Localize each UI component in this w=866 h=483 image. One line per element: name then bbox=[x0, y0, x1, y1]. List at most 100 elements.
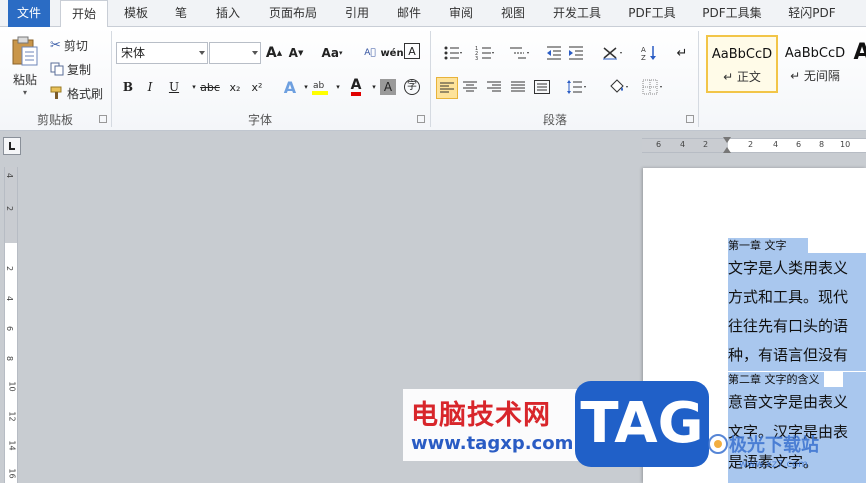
bold-icon: B bbox=[122, 80, 134, 94]
style-name: ↵ 正文 bbox=[723, 70, 761, 84]
show-marks-button[interactable]: ↵ bbox=[672, 43, 692, 63]
tab-file[interactable]: 文件 bbox=[8, 0, 50, 27]
ruler-number: 6 bbox=[796, 140, 802, 149]
ruler-number: 8 bbox=[5, 355, 15, 362]
increase-indent-icon bbox=[569, 46, 583, 60]
tab-developer[interactable]: 开发工具 bbox=[546, 0, 608, 27]
paragraph-line[interactable]: 文字是人类用表义 bbox=[728, 255, 866, 281]
italic-icon: I bbox=[147, 80, 153, 94]
borders-icon bbox=[642, 79, 662, 95]
font-name-combo[interactable]: 宋体 bbox=[116, 42, 208, 64]
heading-chapter-2[interactable]: 第二章 文字的含义 bbox=[728, 372, 824, 387]
phonetic-guide-button[interactable]: wén bbox=[380, 43, 403, 63]
copy-button[interactable]: 复制 bbox=[50, 59, 110, 79]
asian-layout-button[interactable] bbox=[598, 43, 628, 63]
paragraph-line[interactable]: 种，有语言但没有 bbox=[728, 342, 866, 368]
align-right-icon bbox=[487, 81, 501, 92]
highlight-dropdown[interactable]: ▾ bbox=[328, 77, 348, 97]
char-border-button[interactable]: A bbox=[404, 43, 420, 59]
highlight-button[interactable]: ab bbox=[310, 77, 330, 97]
tab-selector[interactable] bbox=[3, 137, 21, 155]
paint-bucket-icon bbox=[610, 79, 628, 93]
clipboard-group-label: 剪贴板 bbox=[36, 113, 73, 127]
strikethrough-button[interactable]: abc bbox=[198, 77, 222, 97]
tab-template[interactable]: 模板 bbox=[118, 0, 154, 27]
paragraph-line[interactable]: 方式和工具。现代 bbox=[728, 284, 866, 310]
numbered-list-icon: 123 bbox=[475, 46, 494, 61]
numbering-button[interactable]: 123 bbox=[470, 43, 500, 63]
style-normal[interactable]: AaBbCcD ↵ 正文 bbox=[706, 35, 778, 93]
borders-button[interactable] bbox=[638, 77, 668, 97]
multilevel-list-button[interactable] bbox=[504, 43, 534, 63]
underline-icon: U bbox=[168, 80, 180, 94]
font-color-button[interactable]: A bbox=[346, 77, 366, 97]
underline-button[interactable]: U bbox=[164, 77, 184, 97]
tab-light-pdf[interactable]: 轻闪PDF bbox=[782, 0, 842, 27]
font-size-combo[interactable] bbox=[209, 42, 261, 64]
paste-button[interactable]: 粘贴 ▾ bbox=[6, 31, 44, 101]
align-right-button[interactable] bbox=[484, 77, 504, 97]
format-painter-button[interactable]: 格式刷 bbox=[50, 83, 110, 103]
align-left-button[interactable] bbox=[436, 77, 458, 99]
vertical-ruler[interactable]: 4 2 2 4 6 8 10 12 14 16 bbox=[4, 167, 18, 483]
tab-view[interactable]: 视图 bbox=[494, 0, 532, 27]
style-name: ↵ 无间隔 bbox=[790, 69, 840, 83]
shading-button[interactable] bbox=[604, 77, 634, 97]
indent-marker-icon[interactable] bbox=[723, 137, 731, 143]
cut-button[interactable]: ✂ 剪切 bbox=[50, 35, 110, 55]
distribute-button[interactable] bbox=[532, 77, 552, 97]
italic-button[interactable]: I bbox=[140, 77, 160, 97]
font-launcher-icon[interactable] bbox=[417, 115, 425, 123]
heading-chapter-1[interactable]: 第一章 文字 bbox=[728, 238, 808, 253]
brand-name: 极光下载站 bbox=[729, 435, 819, 456]
format-painter-label: 格式刷 bbox=[67, 86, 104, 101]
bold-button[interactable]: B bbox=[118, 77, 138, 97]
ruler-number: 6 bbox=[656, 140, 662, 149]
style-heading-1[interactable]: A bbox=[852, 35, 866, 93]
char-shading-button[interactable]: A bbox=[380, 79, 396, 95]
justify-button[interactable] bbox=[508, 77, 528, 97]
ruler-number: 16 bbox=[7, 468, 17, 479]
ribbon-tab-bar: 文件 开始 模板 笔 插入 页面布局 引用 邮件 审阅 视图 开发工具 PDF工… bbox=[0, 0, 866, 28]
clipboard-launcher-icon[interactable] bbox=[99, 115, 107, 123]
paste-dropdown-icon[interactable]: ▾ bbox=[23, 88, 27, 97]
paragraph-line[interactable]: 意音文字是由表义 bbox=[728, 389, 866, 415]
tab-insert[interactable]: 插入 bbox=[208, 0, 248, 27]
chevron-down-icon: ▾ bbox=[338, 49, 343, 57]
ruler-number: 2 bbox=[5, 265, 15, 272]
grow-font-icon: A bbox=[265, 45, 277, 61]
ruler-number: 2 bbox=[5, 205, 15, 212]
tab-references[interactable]: 引用 bbox=[338, 0, 376, 27]
tab-pdf-tools[interactable]: PDF工具 bbox=[622, 0, 682, 27]
ruler-number: 4 bbox=[773, 140, 779, 149]
style-no-spacing[interactable]: AaBbCcD ↵ 无间隔 bbox=[780, 35, 850, 93]
tab-review[interactable]: 审阅 bbox=[442, 0, 480, 27]
copy-icon bbox=[50, 62, 64, 76]
tab-pen[interactable]: 笔 bbox=[168, 0, 194, 27]
tab-home[interactable]: 开始 bbox=[60, 0, 108, 28]
tab-page-layout[interactable]: 页面布局 bbox=[262, 0, 324, 27]
sort-button[interactable]: AZ bbox=[640, 43, 660, 63]
indent-marker-icon[interactable] bbox=[723, 147, 731, 153]
chevron-down-icon: ▾ bbox=[336, 83, 340, 91]
superscript-button[interactable]: x² bbox=[247, 77, 267, 97]
increase-indent-button[interactable] bbox=[566, 43, 586, 63]
change-case-button[interactable]: Aa ▾ bbox=[318, 43, 346, 63]
shrink-font-button[interactable]: A ▼ bbox=[286, 43, 306, 63]
bullets-button[interactable] bbox=[438, 43, 468, 63]
asian-layout-icon bbox=[603, 47, 622, 60]
align-center-button[interactable] bbox=[460, 77, 480, 97]
grow-font-button[interactable]: A ▲ bbox=[264, 43, 284, 63]
distribute-icon bbox=[534, 80, 550, 94]
decrease-indent-button[interactable] bbox=[544, 43, 564, 63]
paragraph-launcher-icon[interactable] bbox=[686, 115, 694, 123]
clear-format-button[interactable]: A⃠ bbox=[360, 43, 380, 63]
subscript-button[interactable]: x₂ bbox=[225, 77, 245, 97]
horizontal-ruler[interactable]: 6 4 2 2 4 6 8 10 bbox=[642, 137, 866, 153]
line-spacing-button[interactable] bbox=[562, 77, 592, 97]
char-border-icon: A bbox=[408, 44, 416, 58]
enclose-char-button[interactable]: 字 bbox=[402, 77, 422, 97]
tab-pdf-toolset[interactable]: PDF工具集 bbox=[696, 0, 768, 27]
tab-mailings[interactable]: 邮件 bbox=[390, 0, 428, 27]
paragraph-line[interactable]: 往往先有口头的语 bbox=[728, 313, 866, 339]
